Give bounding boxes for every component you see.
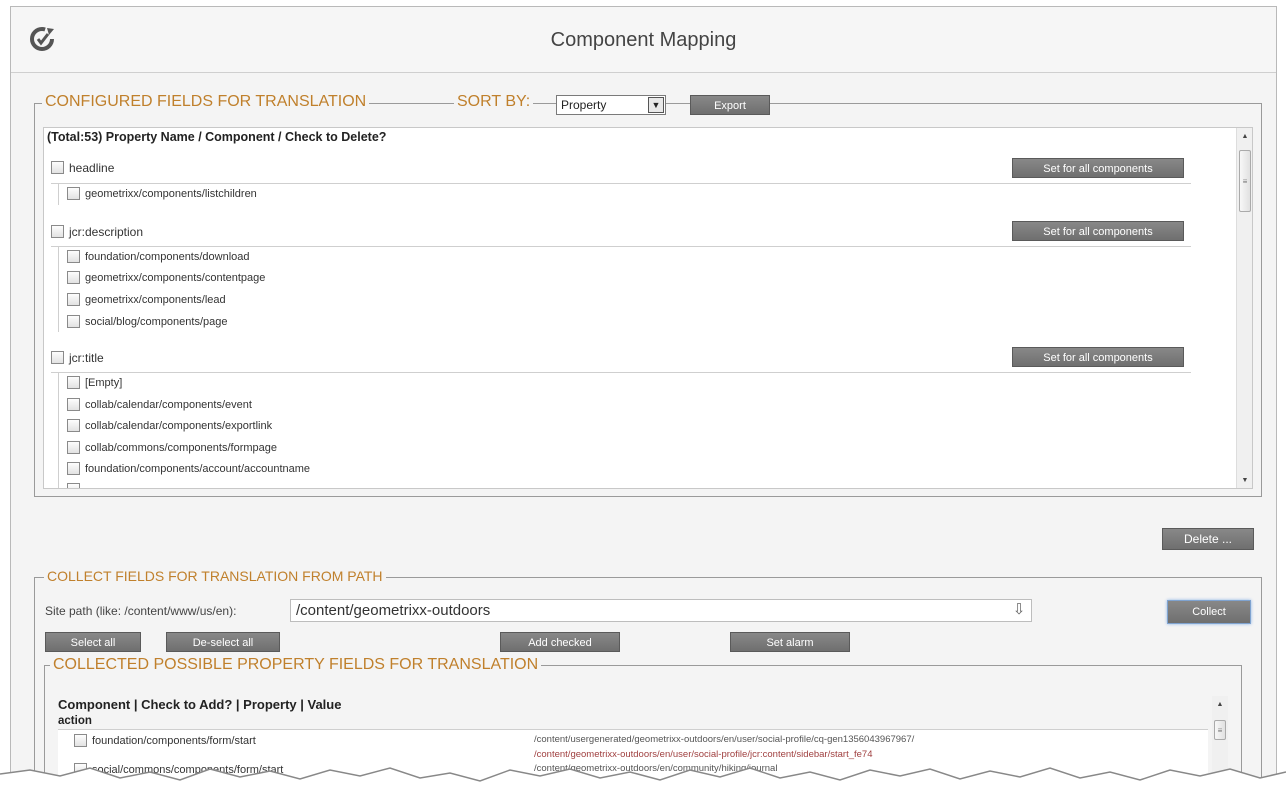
group-checkbox[interactable] (51, 225, 64, 239)
item-checkbox[interactable] (67, 293, 80, 306)
title-bar: Component Mapping (11, 7, 1276, 73)
item-checkbox[interactable] (67, 483, 80, 488)
group-jcr-title: jcr:title (51, 350, 104, 365)
torn-edge-decoration (0, 767, 1286, 800)
add-checked-button[interactable]: Add checked (500, 632, 620, 652)
table-row: foundation/components/form/start (74, 734, 256, 747)
collected-property-name: action (58, 715, 92, 727)
list-item: collab/calendar/components/event (67, 398, 252, 411)
configured-legend: CONFIGURED FIELDS FOR TRANSLATION (42, 93, 370, 111)
set-all-button-headline[interactable]: Set for all components (1012, 158, 1184, 178)
download-arrow-icon[interactable]: ⇩ (1010, 600, 1028, 620)
collected-legend: COLLECTED POSSIBLE PROPERTY FIELDS FOR T… (50, 656, 542, 674)
list-item: geometrixx/components/contentpage (67, 271, 265, 284)
list-item: collab/commons/components/formpage (67, 441, 277, 454)
item-checkbox[interactable] (67, 441, 80, 454)
vertical-scrollbar[interactable]: ▲ ≡ ▼ (1236, 128, 1252, 488)
item-checkbox[interactable] (67, 419, 80, 432)
collect-button[interactable]: Collect (1167, 600, 1251, 624)
list-item: geometrixx/components/lead (67, 293, 226, 306)
group-checkbox[interactable] (51, 161, 64, 175)
add-checkbox[interactable] (74, 734, 87, 747)
divider (58, 183, 59, 205)
path-value: /content/usergenerated/geometrixx-outdoo… (534, 734, 915, 745)
divider (51, 246, 1191, 247)
list-item: collab/calendar/components/exportlink (67, 419, 272, 432)
divider (51, 372, 1191, 373)
select-all-button[interactable]: Select all (45, 632, 141, 652)
item-checkbox[interactable] (67, 271, 80, 284)
chevron-down-icon[interactable]: ▼ (648, 97, 664, 113)
list-item: geometrixx/components/listchildren (67, 187, 257, 200)
site-path-label: Site path (like: /content/www/us/en): (45, 604, 237, 618)
group-headline: headline (51, 160, 114, 175)
scroll-up-icon[interactable]: ▲ (1237, 130, 1252, 144)
group-checkbox[interactable] (51, 351, 64, 365)
set-all-button-description[interactable]: Set for all components (1012, 221, 1184, 241)
page-title: Component Mapping (550, 29, 737, 51)
item-checkbox[interactable] (67, 187, 80, 200)
item-checkbox[interactable] (67, 376, 80, 389)
collect-legend: COLLECT FIELDS FOR TRANSLATION FROM PATH (44, 568, 386, 584)
item-checkbox[interactable] (67, 462, 80, 475)
sort-by-value: Property (561, 98, 607, 112)
collected-list-header: Component | Check to Add? | Property | V… (58, 697, 342, 712)
configured-list-header: (Total:53) Property Name / Component / C… (47, 130, 387, 144)
item-checkbox[interactable] (67, 250, 80, 263)
list-item: foundation/components/download (67, 250, 250, 263)
divider (51, 183, 1191, 184)
site-path-input[interactable]: /content/geometrixx-outdoors (290, 599, 1032, 622)
sort-by-select[interactable]: Property ▼ (556, 95, 666, 115)
list-item-partial (67, 483, 80, 488)
list-item: social/blog/components/page (67, 315, 227, 328)
export-button[interactable]: Export (690, 95, 770, 115)
configured-list-panel[interactable]: (Total:53) Property Name / Component / C… (43, 127, 1253, 489)
scroll-down-icon[interactable]: ▼ (1237, 474, 1252, 488)
divider (58, 372, 59, 488)
deselect-all-button[interactable]: De-select all (166, 632, 280, 652)
sort-by-label: SORT BY: (454, 93, 534, 111)
divider (58, 246, 59, 332)
list-item: foundation/components/account/accountnam… (67, 462, 310, 475)
group-jcr-description: jcr:description (51, 224, 143, 239)
item-checkbox[interactable] (67, 398, 80, 411)
set-alarm-button[interactable]: Set alarm (730, 632, 850, 652)
scroll-thumb[interactable]: ≡ (1214, 720, 1226, 740)
set-all-button-title[interactable]: Set for all components (1012, 347, 1184, 367)
delete-button[interactable]: Delete ... (1162, 528, 1254, 550)
list-item: [Empty] (67, 376, 122, 389)
scroll-up-icon[interactable]: ▲ (1212, 698, 1228, 712)
path-link[interactable]: /content/geometrixx-outdoors/en/user/soc… (534, 749, 872, 760)
scroll-thumb[interactable]: ≡ (1239, 150, 1251, 212)
item-checkbox[interactable] (67, 315, 80, 328)
